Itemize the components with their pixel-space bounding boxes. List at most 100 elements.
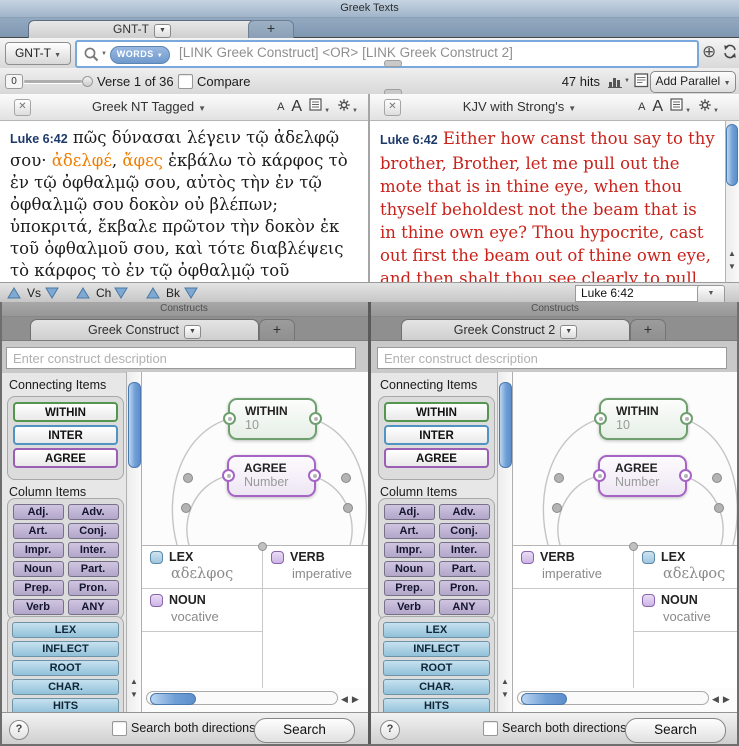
help-button[interactable]: ? — [380, 720, 400, 740]
close-icon[interactable]: ✕ — [14, 99, 31, 116]
scrollbar-thumb[interactable] — [726, 124, 738, 186]
new-tab-button[interactable]: + — [248, 20, 294, 38]
kjv-text-body[interactable]: Luke 6:42 Either how canst thou say to t… — [370, 120, 725, 282]
root-button[interactable]: ROOT — [12, 660, 119, 676]
scrollbar-thumb[interactable] — [499, 382, 512, 468]
search-query-text[interactable]: [LINK Greek Construct] <OR> [LINK Greek … — [179, 45, 513, 60]
noun-button[interactable]: Noun — [384, 561, 435, 577]
column-cell[interactable]: VERB imperative — [263, 546, 368, 589]
node-connector[interactable] — [222, 469, 235, 482]
pane-title-dropdown[interactable]: KJV with Strong's▼ — [410, 94, 629, 120]
pane-title-dropdown[interactable]: Greek NT Tagged▼ — [40, 94, 258, 120]
verb-button[interactable]: Verb — [384, 599, 435, 615]
scroll-up-icon[interactable]: ▲ — [127, 678, 141, 686]
art-button[interactable]: Art. — [13, 523, 64, 539]
verb-button[interactable]: Verb — [13, 599, 64, 615]
node-connector[interactable] — [308, 469, 321, 482]
help-button[interactable]: ? — [9, 720, 29, 740]
decrease-font-button[interactable]: A — [638, 101, 645, 113]
inflect-button[interactable]: INFLECT — [12, 641, 119, 657]
node-connector[interactable] — [223, 412, 236, 425]
char-button[interactable]: CHAR. — [12, 679, 119, 695]
construct-column-1[interactable]: LEX αδελφος NOUN vocative — [142, 546, 262, 688]
chevron-down-icon[interactable]: ▼ — [624, 78, 630, 84]
node-connector[interactable] — [594, 412, 607, 425]
verse-reference-field[interactable]: Luke 6:42 — [575, 285, 700, 302]
tab-greek-construct-2[interactable]: Greek Construct 2▼ — [401, 319, 630, 341]
pron-button[interactable]: Pron. — [68, 580, 119, 596]
column-cell[interactable]: NOUN vocative — [634, 589, 739, 632]
both-directions-checkbox[interactable] — [483, 721, 498, 736]
char-button[interactable]: CHAR. — [383, 679, 490, 695]
search-button[interactable]: Search — [625, 718, 726, 743]
construct-column-2[interactable]: LEX αδελφος NOUN vocative — [633, 546, 739, 688]
root-button[interactable]: ROOT — [383, 660, 490, 676]
impr-button[interactable]: Impr. — [384, 542, 435, 558]
add-parallel-button[interactable]: Add Parallel ▼ — [650, 71, 736, 93]
book-up-button[interactable] — [146, 287, 160, 299]
agree-node[interactable]: AGREE Number — [598, 455, 687, 497]
greek-text-body[interactable]: Luke 6:42 πῶς δύνασαι λέγειν τῷ ἀδελφῷ σ… — [0, 120, 368, 282]
decrease-font-button[interactable]: A — [277, 101, 284, 113]
construct-description-input[interactable] — [377, 347, 727, 369]
adv-button[interactable]: Adv. — [439, 504, 490, 520]
splitter-handle[interactable] — [384, 60, 402, 67]
display-settings-icon[interactable]: ▼ — [670, 98, 691, 117]
node-connector[interactable] — [680, 412, 693, 425]
lex-button[interactable]: LEX — [383, 622, 490, 638]
within-button[interactable]: WITHIN — [13, 402, 118, 422]
analytics-chart-icon[interactable] — [608, 74, 622, 88]
verse-up-button[interactable] — [7, 287, 21, 299]
scrollbar-thumb[interactable] — [128, 382, 141, 468]
search-scope-button[interactable]: GNT-T ▼ — [5, 42, 71, 65]
within-node[interactable]: WITHIN 10 — [228, 398, 317, 440]
adj-button[interactable]: Adj. — [13, 504, 64, 520]
scrollbar-arrows[interactable]: ◀▶ — [712, 694, 734, 705]
tab-dropdown-icon[interactable]: ▼ — [560, 325, 577, 339]
close-icon[interactable]: ✕ — [384, 99, 401, 116]
scroll-up-icon[interactable]: ▲ — [498, 678, 512, 686]
lex-button[interactable]: LEX — [12, 622, 119, 638]
new-construct-tab-button[interactable]: + — [630, 319, 666, 341]
prep-button[interactable]: Prep. — [384, 580, 435, 596]
verse-down-button[interactable] — [45, 287, 59, 299]
node-connector[interactable] — [593, 469, 606, 482]
chapter-down-button[interactable] — [114, 287, 128, 299]
agree-button[interactable]: AGREE — [384, 448, 489, 468]
noun-button[interactable]: Noun — [13, 561, 64, 577]
scrollbar-thumb[interactable] — [521, 693, 567, 705]
chevron-down-icon[interactable]: ▼ — [101, 51, 107, 57]
research-cycle-icon[interactable] — [722, 43, 738, 60]
conj-button[interactable]: Conj. — [68, 523, 119, 539]
column-cell[interactable]: LEX αδελφος — [634, 546, 739, 589]
tab-dropdown-icon[interactable]: ▼ — [154, 24, 171, 38]
agree-node[interactable]: AGREE Number — [227, 455, 316, 497]
conj-button[interactable]: Conj. — [439, 523, 490, 539]
scroll-down-icon[interactable]: ▼ — [127, 691, 141, 699]
column-cell[interactable]: NOUN vocative — [142, 589, 262, 632]
art-button[interactable]: Art. — [384, 523, 435, 539]
node-connector[interactable] — [309, 412, 322, 425]
impr-button[interactable]: Impr. — [13, 542, 64, 558]
column-cell[interactable]: VERB imperative — [513, 546, 633, 589]
tab-dropdown-icon[interactable]: ▼ — [184, 325, 201, 339]
scroll-down-icon[interactable]: ▼ — [725, 263, 739, 271]
scrollbar-arrows[interactable]: ◀▶ — [341, 694, 363, 705]
gear-icon[interactable]: ▼ — [337, 98, 358, 117]
inter-button[interactable]: Inter. — [68, 542, 119, 558]
increase-font-button[interactable]: A — [291, 98, 302, 116]
both-directions-checkbox[interactable] — [112, 721, 127, 736]
book-down-button[interactable] — [184, 287, 198, 299]
search-icon[interactable] — [83, 46, 100, 63]
increase-font-button[interactable]: A — [652, 98, 663, 116]
scroll-up-icon[interactable]: ▲ — [725, 250, 739, 258]
prep-button[interactable]: Prep. — [13, 580, 64, 596]
tab-greek-construct[interactable]: Greek Construct▼ — [30, 319, 259, 341]
adj-button[interactable]: Adj. — [384, 504, 435, 520]
construct-column-1[interactable]: VERB imperative — [513, 546, 633, 688]
adv-button[interactable]: Adv. — [68, 504, 119, 520]
inter-button[interactable]: INTER — [13, 425, 118, 445]
tab-gnt-t[interactable]: GNT-T▼ — [28, 20, 256, 38]
any-button[interactable]: ANY — [68, 599, 119, 615]
node-connector[interactable] — [679, 469, 692, 482]
